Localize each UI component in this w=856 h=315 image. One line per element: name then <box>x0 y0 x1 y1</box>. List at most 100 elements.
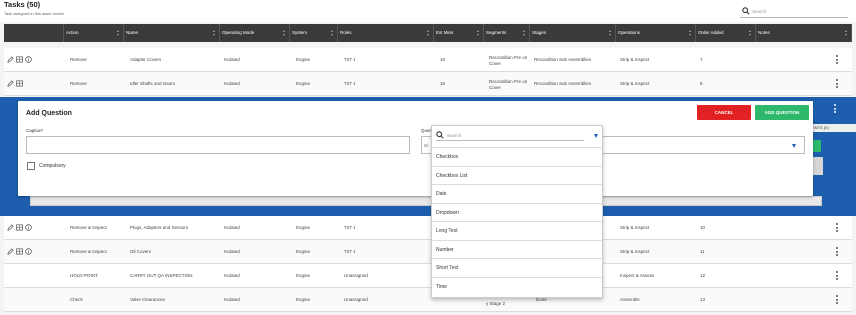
col-header-label: Est Mins <box>436 30 454 35</box>
cell-action: Remove <box>70 57 87 62</box>
page-subtitle: Task assigned in this asset model <box>4 11 64 16</box>
option-time[interactable]: Time <box>432 276 602 295</box>
cancel-button[interactable]: CANCEL <box>697 105 751 120</box>
cell-order-added: 12 <box>700 273 706 278</box>
cell-name: Oil Covers <box>130 249 152 254</box>
table-row[interactable]: HOLD-POINT CARRY OUT QA INSPECTION Isola… <box>4 264 852 288</box>
row-menu-icon[interactable] <box>836 271 838 281</box>
row-actions <box>7 248 32 256</box>
add-question-modal: Add Question CANCEL ADD QUESTION Caption… <box>18 101 813 196</box>
col-header-segments[interactable]: Segments <box>484 24 530 42</box>
edit-icon[interactable] <box>7 248 14 255</box>
table-row[interactable]: Remove Adapter Covers Isolated Engine T2… <box>4 48 852 72</box>
cell-system: Engine <box>296 273 311 278</box>
table-search[interactable]: Search <box>740 6 848 18</box>
cell-order-added: 13 <box>700 297 706 302</box>
table-search-placeholder: Search <box>752 9 767 14</box>
table-icon[interactable] <box>16 248 23 255</box>
row-menu-icon[interactable] <box>836 295 838 305</box>
cell-system: Engine <box>296 81 311 86</box>
cell-operating-mode: Isolated <box>224 297 240 302</box>
cell-order-added: 7 <box>700 57 703 62</box>
col-header-est-mins[interactable]: Est Mins <box>434 24 484 42</box>
col-header-notes[interactable]: Notes <box>756 24 852 42</box>
cell-name: Plugs, Adapters and Sensors <box>130 225 189 230</box>
row-actions <box>7 224 32 232</box>
cell-operations: Inspect & Assess <box>620 273 655 278</box>
info-icon[interactable] <box>25 248 32 255</box>
table-header: Action Name Operating Mode System Roles … <box>4 24 852 42</box>
edit-icon[interactable] <box>7 56 14 63</box>
caption-label: Caption* <box>26 128 44 133</box>
chevron-down-icon <box>792 144 796 148</box>
cell-action: HOLD-POINT <box>70 273 98 278</box>
col-header-system[interactable]: System <box>290 24 338 42</box>
table-icon[interactable] <box>16 80 23 87</box>
row-actions <box>7 80 23 88</box>
comments-header-fragment: ENTS (0) <box>808 124 856 132</box>
option-checkbox[interactable]: Checkbox <box>432 147 602 166</box>
col-header-stages[interactable]: Stages <box>530 24 616 42</box>
col-header-label: Notes <box>758 30 770 35</box>
cell-system: Engine <box>296 297 311 302</box>
info-icon[interactable] <box>25 56 32 63</box>
row-menu-icon[interactable] <box>834 104 836 114</box>
col-header-name[interactable]: Name <box>124 24 220 42</box>
edit-icon[interactable] <box>7 80 14 87</box>
col-header-operations[interactable]: Operations <box>616 24 696 42</box>
option-short-text[interactable]: Short Text <box>432 258 602 277</box>
row-menu-icon[interactable] <box>836 247 838 257</box>
cell-action: Remove & Inspect <box>70 249 107 254</box>
option-date[interactable]: Date <box>432 184 602 203</box>
option-number[interactable]: Number <box>432 239 602 258</box>
chevron-down-icon[interactable] <box>594 134 598 138</box>
cell-name: Idler Shafts and Gears <box>130 81 176 86</box>
col-header-roles[interactable]: Roles <box>338 24 434 42</box>
search-icon <box>436 131 444 139</box>
add-question-button[interactable]: ADD QUESTION <box>755 105 809 120</box>
option-dropdown[interactable]: Dropdown <box>432 202 602 221</box>
row-menu-icon[interactable] <box>836 223 838 233</box>
dropdown-search[interactable]: Search <box>436 129 584 141</box>
row-actions <box>7 56 32 64</box>
table-icon[interactable] <box>16 56 23 63</box>
table-icon[interactable] <box>16 224 23 231</box>
panel-fragment <box>813 157 823 175</box>
edit-icon[interactable] <box>7 224 14 231</box>
info-icon[interactable] <box>25 224 32 231</box>
cell-action: Remove <box>70 81 87 86</box>
row-menu-icon[interactable] <box>836 79 838 89</box>
col-header-label: Action <box>66 30 79 35</box>
caption-input[interactable] <box>26 136 410 154</box>
cell-stages: Recondition Sub Assemblies <box>534 57 592 62</box>
cell-segments: Recondition Pre on Cover <box>489 55 528 66</box>
cell-operations: Strip & Inspect <box>620 225 650 230</box>
table-row[interactable]: Remove Idler Shafts and Gears Isolated E… <box>4 72 852 96</box>
col-header-operating-mode[interactable]: Operating Mode <box>220 24 290 42</box>
table-row[interactable]: Remove & Inspect Plugs, Adapters and Sen… <box>4 216 852 240</box>
cell-operating-mode: Isolated <box>224 81 240 86</box>
option-long-text[interactable]: Long Text <box>432 221 602 240</box>
page-header: Tasks (50) Task assigned in this asset m… <box>0 0 856 22</box>
cell-roles: T2T 1 <box>344 81 356 86</box>
col-header-label: Order Added <box>698 30 724 35</box>
table-row[interactable]: Remove & Inspect Oil Covers Isolated Eng… <box>4 240 852 264</box>
cell-name: Adapter Covers <box>130 57 162 62</box>
col-header-order-added[interactable]: Order Added <box>696 24 756 42</box>
cell-system: Engine <box>296 249 311 254</box>
col-header-action[interactable]: Action <box>64 24 124 42</box>
cell-roles: Unassigned <box>344 273 368 278</box>
cell-operations: Assemble <box>620 297 640 302</box>
question-type-dropdown: Search Checkbox Checkbox List Date Dropd… <box>431 125 603 298</box>
cell-operations: Strip & Inspect <box>620 81 650 86</box>
option-checkbox-list[interactable]: Checkbox List <box>432 165 602 184</box>
table-row[interactable]: Check Valve Clearances Isolated Engine U… <box>4 288 852 312</box>
col-header-label: Name <box>126 30 139 35</box>
compulsory-checkbox[interactable] <box>27 162 35 170</box>
cell-operations: Strip & Inspect <box>620 57 650 62</box>
cell-name: Valve Clearances <box>130 297 165 302</box>
cell-action: Check <box>70 297 83 302</box>
modal-title: Add Question <box>26 110 72 117</box>
add-button-fragment <box>813 140 821 152</box>
row-menu-icon[interactable] <box>836 55 838 65</box>
